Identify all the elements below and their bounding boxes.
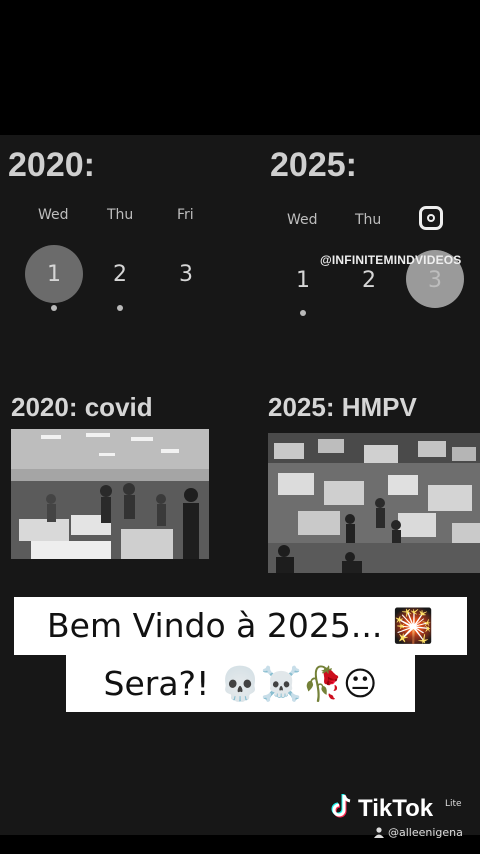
right-date-2[interactable]: 2: [349, 268, 389, 293]
caption-line-1: Bem Vindo à 2025... 🎇: [14, 597, 467, 655]
right-event-dot-1: [300, 310, 306, 316]
left-date-3[interactable]: 3: [166, 262, 206, 287]
tiktok-brand: TikTok: [358, 795, 434, 822]
left-date-2[interactable]: 2: [100, 262, 140, 287]
covid-hospital-photo: [11, 429, 209, 559]
tiktok-username[interactable]: @alleenigena: [388, 826, 463, 839]
right-year-title: 2025:: [270, 146, 357, 184]
left-event-dot-2: [117, 305, 123, 311]
left-event-dot-1: [51, 305, 57, 311]
left-day-thu: Thu: [107, 207, 134, 223]
right-subtitle: 2025: HMPV: [268, 392, 417, 422]
left-date-1[interactable]: 1: [34, 262, 74, 287]
user-icon: [374, 827, 384, 838]
tiktok-lite-label: Lite: [445, 799, 462, 809]
watermark-handle: @INFINITEMINDVIDEOS: [320, 253, 462, 267]
left-year-title: 2020:: [8, 146, 95, 184]
instagram-icon: [419, 206, 443, 230]
left-day-wed: Wed: [38, 207, 69, 223]
right-day-wed: Wed: [287, 212, 318, 228]
right-day-thu: Thu: [355, 212, 382, 228]
left-day-fri: Fri: [177, 207, 194, 223]
left-subtitle: 2020: covid: [11, 392, 153, 422]
right-date-3[interactable]: 3: [415, 268, 455, 293]
hmpv-hospital-photo: [268, 433, 480, 573]
right-date-1[interactable]: 1: [283, 268, 323, 293]
tiktok-logo-icon: [331, 794, 351, 818]
caption-line-2: Sera?! 💀☠️🥀😐: [66, 655, 415, 712]
